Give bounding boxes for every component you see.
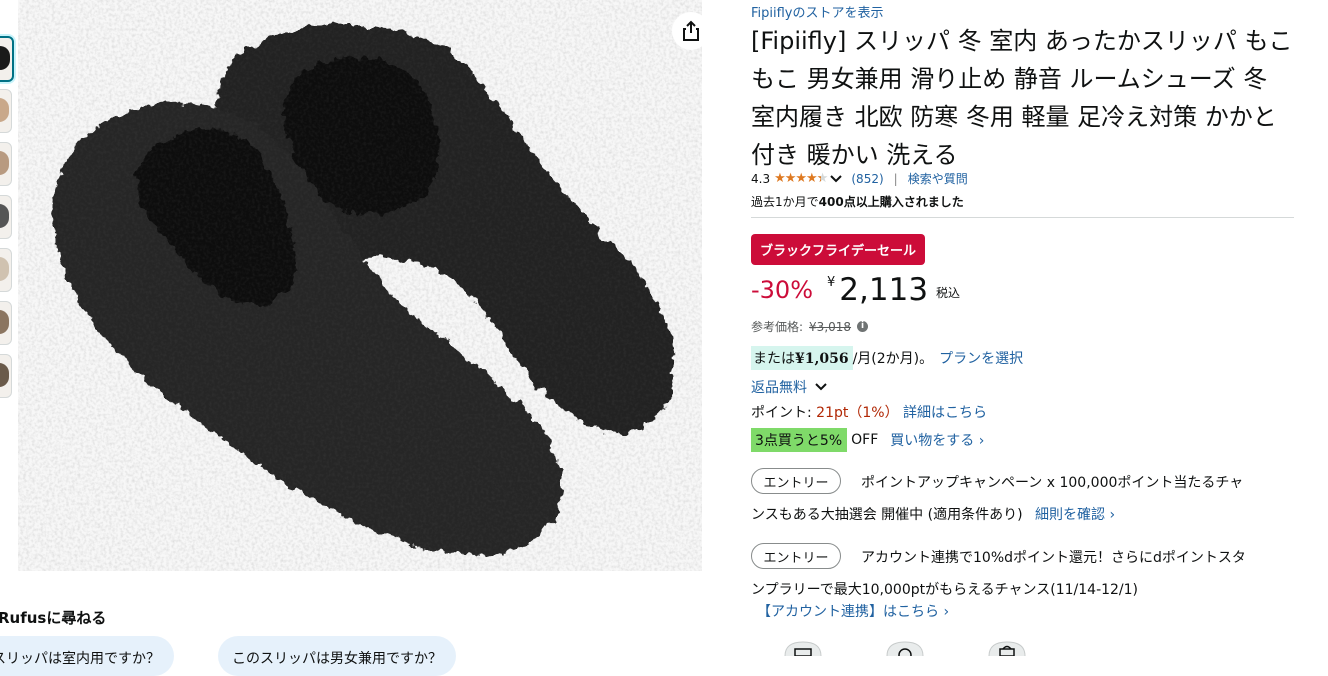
gear-icon <box>886 641 924 656</box>
thumbnail-7[interactable] <box>0 354 12 398</box>
campaign-1-terms-link[interactable]: 細則を確認 › <box>1035 507 1115 523</box>
thumbnail-image <box>0 46 10 70</box>
slipper-image <box>18 0 702 571</box>
price: 2,113 <box>839 272 929 308</box>
thumbnail-6[interactable] <box>0 301 12 345</box>
entry-button-2[interactable]: エントリー <box>751 543 841 569</box>
points-row: ポイント: 21pt（1%） 詳細はこちら <box>751 402 987 422</box>
points-detail-link[interactable]: 詳細はこちら <box>903 405 987 421</box>
promo-shop-link[interactable]: 買い物をする › <box>890 430 984 450</box>
installment-plan-link[interactable]: プランを選択 <box>939 348 1023 368</box>
installment-prefix: または <box>753 351 795 367</box>
installment-suffix: /月(2か月)。 <box>852 351 934 367</box>
rating-row: 4.3 ★★★★★★ (852) | 検索や質問 <box>751 170 968 187</box>
bought-prefix: 過去1か月で <box>751 195 819 209</box>
review-count-link[interactable]: (852) <box>851 172 883 186</box>
search-qa-link[interactable]: 検索や質問 <box>908 170 968 187</box>
thumbnail-image <box>0 257 9 281</box>
store-link[interactable]: Fipiiflyのストアを表示 <box>751 2 884 21</box>
rufus-title: Rufusに尋ねる <box>0 609 107 627</box>
campaign-1-line2-row: ンスもある大抽選会 開催中 (適用条件あり) 細則を確認 › <box>751 504 1115 524</box>
thumbnail-3[interactable] <box>0 142 12 186</box>
info-icon[interactable]: i <box>857 321 869 332</box>
share-icon <box>683 20 699 41</box>
currency-symbol: ¥ <box>827 275 836 290</box>
installment-amount: ¥1,056 <box>795 351 849 367</box>
thumbnail-1[interactable] <box>0 36 14 82</box>
list-price-row: 参考価格: ¥3,018 i <box>751 318 869 335</box>
bought-count: 過去1か月で400点以上購入されました <box>751 193 964 210</box>
separator: | <box>893 171 898 186</box>
campaign-2-account-link[interactable]: 【アカウント連携】はこちら › <box>757 601 949 621</box>
shopping-bag-icon <box>988 641 1026 656</box>
thumbnail-image <box>0 363 9 387</box>
divider <box>751 217 1294 218</box>
rufus-chip-1[interactable]: このスリッパは室内用ですか？ <box>0 636 174 676</box>
campaign-2-line1: アカウント連携で10%dポイント還元！さらにdポイントスタ <box>861 550 1246 566</box>
entry-button-1[interactable]: エントリー <box>751 468 841 494</box>
thumbnail-image <box>0 98 9 122</box>
promo-badge: 3点買うと5% <box>751 428 848 452</box>
list-price: ¥3,018 <box>809 319 852 334</box>
thumbnail-5[interactable] <box>0 248 12 292</box>
campaign-1-line1: ポイントアップキャンペーン x 100,000ポイント当たるチャ <box>861 475 1244 491</box>
tax-label: 税込 <box>936 286 961 300</box>
campaign-1-line2: ンスもある大抽選会 開催中 (適用条件あり) <box>751 507 1023 523</box>
price-row: -30% ¥ 2,113 税込 <box>751 270 960 316</box>
thumbnail-image <box>0 151 9 175</box>
discount-percent: -30% <box>751 276 814 304</box>
thumbnail-image <box>0 310 9 334</box>
list-price-label: 参考価格: <box>751 320 804 334</box>
installment-row: または¥1,056 /月(2か月)。 プランを選択 <box>751 346 1023 370</box>
bought-bold: 400点以上購入されました <box>818 195 964 209</box>
share-button[interactable] <box>672 12 710 50</box>
points-label: ポイント: <box>751 405 812 421</box>
chevron-down-icon[interactable] <box>813 381 829 393</box>
chevron-down-icon[interactable] <box>829 174 843 184</box>
thumbnail-4[interactable] <box>0 195 12 239</box>
main-product-image[interactable] <box>18 0 710 571</box>
promo-row: 3点買うと5% OFF 買い物をする › <box>751 428 984 452</box>
campaign-2-line2: ンプラリーで最大10,000ptがもらえるチャンス(11/14-12/1) <box>751 582 1139 598</box>
deal-badge: ブラックフライデーセール <box>751 234 926 265</box>
installment-highlight: または¥1,056 <box>751 346 853 370</box>
rufus-chip-2[interactable]: このスリッパは男女兼用ですか？ <box>218 636 456 676</box>
product-title: [Fipiifly] スリッパ 冬 室内 あったかスリッパ もこもこ 男女兼用 … <box>751 27 1293 169</box>
wallet-icon <box>784 641 822 656</box>
rating-value: 4.3 <box>751 171 771 186</box>
star-rating-icon[interactable]: ★★★★★★ <box>774 171 828 186</box>
promo-off: OFF <box>851 432 879 448</box>
thumbnail-image <box>0 204 9 228</box>
free-returns-link[interactable]: 返品無料 <box>751 377 807 397</box>
points-value: 21pt（1%） <box>816 405 899 421</box>
returns-row[interactable]: 返品無料 <box>751 377 829 397</box>
thumbnail-2[interactable] <box>0 89 12 133</box>
